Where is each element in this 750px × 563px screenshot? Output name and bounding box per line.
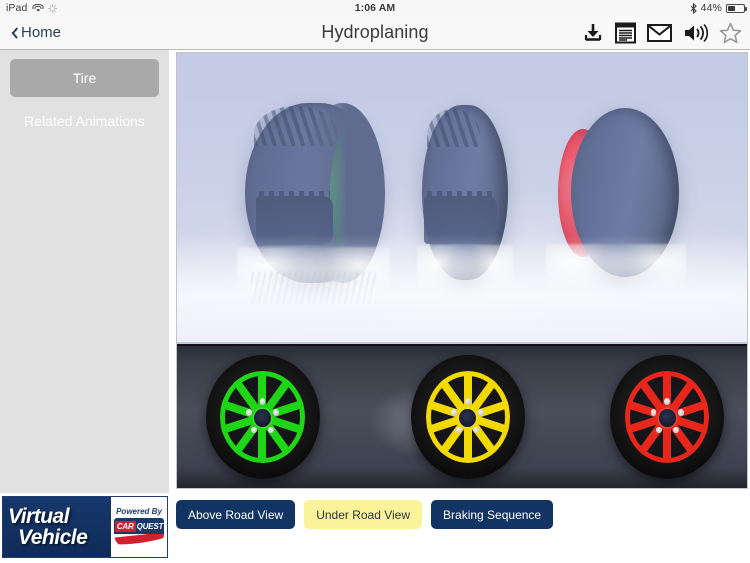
wheel-lug-nut xyxy=(464,398,471,405)
ipad-app-window: iPad 1:06 AM 44% Home Hydroplaning Tire … xyxy=(0,0,750,563)
rim-red xyxy=(625,371,710,464)
wheel-lug-nut xyxy=(664,398,671,405)
logo-line-2: Vehicle xyxy=(18,526,88,549)
rim-green xyxy=(220,371,305,464)
above-road-view-button[interactable]: Above Road View xyxy=(176,500,296,529)
under-road-scene xyxy=(177,344,747,488)
logo-line-1: Virtual xyxy=(8,505,70,528)
wheel-hub xyxy=(254,408,271,428)
wheel-lug-nut xyxy=(259,398,266,405)
wheel-front-yellow xyxy=(410,354,525,480)
virtual-vehicle-logo: Virtual Vehicle Powered By CAR QUEST xyxy=(2,496,168,558)
shield-bottom xyxy=(114,534,164,548)
sidebar-item-related-animations[interactable]: Related Animations xyxy=(10,102,159,140)
sidebar: Tire Related Animations xyxy=(0,50,170,493)
wheel-lug-nut xyxy=(478,409,485,416)
carquest-car-text: CAR xyxy=(114,520,136,532)
shield-top: CAR QUEST xyxy=(114,517,164,535)
wheel-lug-nut xyxy=(677,409,684,416)
carquest-shield-icon: CAR QUEST xyxy=(114,517,164,548)
status-bar-right: 44% xyxy=(690,2,747,14)
download-icon[interactable] xyxy=(582,22,604,44)
rim-yellow xyxy=(425,371,510,464)
wheel-lug-nut xyxy=(267,426,274,434)
powered-by-label: Powered By xyxy=(116,506,162,516)
wheel-hub xyxy=(658,408,676,428)
logo-wordmark: Virtual Vehicle xyxy=(3,497,111,557)
wheel-lug-nut xyxy=(655,426,662,434)
sidebar-item-label: Related Animations xyxy=(24,113,145,129)
sidebar-item-tire[interactable]: Tire xyxy=(10,59,159,97)
wheel-lug-nut xyxy=(451,409,457,416)
wheel-lug-nut xyxy=(650,409,657,416)
wheel-lug-nut xyxy=(672,426,679,434)
wheel-front-red xyxy=(610,354,725,480)
mail-icon[interactable] xyxy=(647,23,672,43)
speaker-icon[interactable] xyxy=(683,23,708,43)
wheel-lug-nut xyxy=(245,409,252,416)
wheel-front-green xyxy=(205,354,320,480)
battery-icon xyxy=(726,3,747,13)
wheel-lug-nut xyxy=(273,409,280,416)
navigation-bar: Home Hydroplaning xyxy=(0,16,750,50)
animation-player[interactable] xyxy=(176,52,748,489)
mist-overlay xyxy=(177,233,747,345)
under-road-view-button[interactable]: Under Road View xyxy=(304,500,423,529)
shield-swoosh xyxy=(114,534,164,547)
bluetooth-icon xyxy=(690,2,697,14)
status-bar-time: 1:06 AM xyxy=(354,2,396,14)
carquest-branding: Powered By CAR QUEST xyxy=(111,507,167,548)
sidebar-item-label: Tire xyxy=(72,70,97,86)
wheel-lug-nut xyxy=(251,426,257,434)
toolbar-icons xyxy=(582,22,742,44)
carquest-quest-text: QUEST xyxy=(136,521,164,531)
wheel-lug-nut xyxy=(473,426,480,434)
notes-icon[interactable] xyxy=(615,22,636,44)
star-icon[interactable] xyxy=(719,22,742,44)
status-bar: iPad 1:06 AM 44% xyxy=(0,0,750,16)
braking-sequence-button[interactable]: Braking Sequence xyxy=(431,500,554,529)
above-road-scene xyxy=(177,53,747,345)
battery-percent-label: 44% xyxy=(700,2,722,14)
view-button-group: Above Road View Under Road View Braking … xyxy=(176,500,554,529)
